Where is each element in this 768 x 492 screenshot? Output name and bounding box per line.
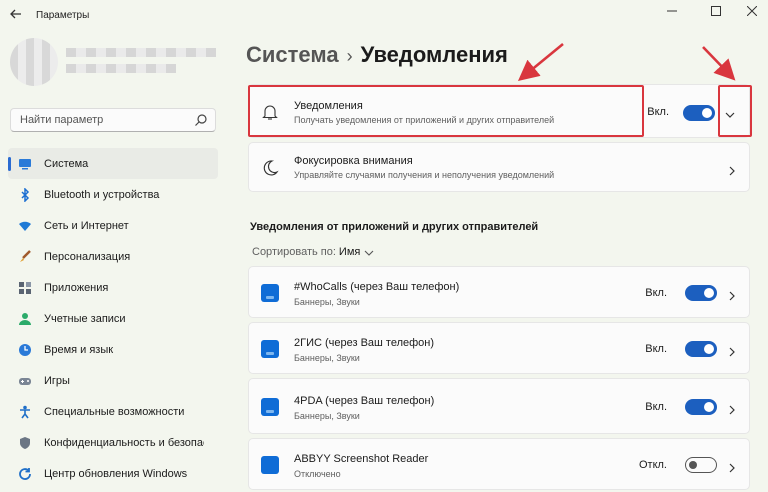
sidebar-item-label: Персонализация [44, 250, 131, 263]
sidebar-item-label: Время и язык [44, 343, 114, 356]
app-detail: Баннеры, Звуки [294, 297, 360, 307]
sidebar-item-accessibility[interactable]: Специальные возможности [8, 396, 218, 427]
sort-value: Имя [338, 246, 361, 258]
app-detail: Отключено [294, 469, 341, 479]
app-row[interactable]: ABBYY Screenshot Reader Отключено Откл. [248, 438, 750, 490]
app-row[interactable]: #WhoCalls (через Ваш телефон) Баннеры, З… [248, 266, 750, 318]
app-toggle[interactable] [685, 341, 717, 357]
app-name: ABBYY Screenshot Reader [294, 453, 429, 465]
search-icon[interactable] [193, 112, 209, 128]
sidebar-item-label: Конфиденциальность и безопас [44, 436, 204, 449]
annotation-box [248, 85, 644, 137]
sort-dropdown[interactable]: Сортировать по: Имя [252, 246, 374, 258]
app-state: Откл. [638, 459, 667, 471]
accessibility-icon [18, 405, 32, 419]
sidebar-item-label: Центр обновления Windows [44, 467, 188, 480]
minimize-icon[interactable] [656, 2, 688, 24]
sidebar-item-apps[interactable]: Приложения [8, 272, 218, 303]
sidebar-item-label: Сеть и Интернет [44, 219, 129, 232]
shield-icon [18, 436, 32, 450]
window-title: Параметры [36, 10, 90, 21]
monitor-icon [18, 157, 32, 171]
app-detail: Баннеры, Звуки [294, 411, 360, 421]
close-icon[interactable] [736, 2, 768, 24]
focus-assist-subtitle: Управляйте случаями получения и неполуче… [294, 170, 555, 180]
app-detail: Баннеры, Звуки [294, 353, 360, 363]
sidebar-item-label: Система [44, 157, 89, 170]
app-state: Вкл. [645, 287, 667, 299]
phone-app-icon [261, 340, 279, 358]
page-title: Уведомления [360, 42, 508, 67]
sidebar-item-label: Приложения [44, 281, 109, 294]
bluetooth-icon [18, 187, 32, 202]
avatar[interactable] [10, 38, 58, 86]
update-icon [18, 467, 32, 481]
profile-email [66, 64, 176, 73]
app-toggle[interactable] [685, 399, 717, 415]
app-row[interactable]: 2ГИС (через Ваш телефон) Баннеры, Звуки … [248, 322, 750, 374]
search-box[interactable] [10, 108, 216, 132]
brush-icon [18, 249, 32, 264]
app-state: Вкл. [645, 401, 667, 413]
sidebar-item-accounts[interactable]: Учетные записи [8, 303, 218, 334]
breadcrumb-separator: › [346, 46, 353, 66]
profile-name [66, 48, 216, 57]
apps-icon [18, 281, 32, 295]
sidebar-item-label: Специальные возможности [44, 405, 185, 418]
sidebar-item-label: Игры [44, 374, 70, 387]
sidebar-item-label: Bluetooth и устройства [44, 188, 160, 201]
person-icon [18, 312, 32, 326]
sidebar-item-label: Учетные записи [44, 312, 126, 325]
chevron-down-icon [364, 248, 374, 256]
annotation-arrow [517, 42, 564, 81]
title-bar: Параметры [0, 0, 768, 32]
chevron-right-icon[interactable] [727, 344, 737, 357]
app-tile-icon [261, 456, 279, 474]
breadcrumb: Система › Уведомления [246, 42, 508, 68]
app-toggle[interactable] [685, 457, 717, 473]
app-row[interactable]: 4PDA (через Ваш телефон) Баннеры, Звуки … [248, 378, 750, 434]
sidebar-item-windows-update[interactable]: Центр обновления Windows [8, 458, 218, 489]
sidebar-nav: Система Bluetooth и устройства Сеть и Ин… [8, 148, 218, 489]
phone-app-icon [261, 398, 279, 416]
app-name: 2ГИС (через Ваш телефон) [294, 337, 435, 349]
chevron-right-icon[interactable] [727, 402, 737, 415]
sidebar-item-time-language[interactable]: Время и язык [8, 334, 218, 365]
notifications-state: Вкл. [647, 106, 669, 118]
sidebar-item-network[interactable]: Сеть и Интернет [8, 210, 218, 241]
sidebar-item-system[interactable]: Система [8, 148, 218, 179]
app-name: #WhoCalls (через Ваш телефон) [294, 281, 460, 293]
globe-clock-icon [18, 343, 32, 357]
annotation-box [718, 85, 752, 137]
wifi-icon [18, 219, 32, 233]
sidebar-item-bluetooth[interactable]: Bluetooth и устройства [8, 179, 218, 210]
app-toggle[interactable] [685, 285, 717, 301]
focus-assist-title: Фокусировка внимания [294, 155, 413, 167]
chevron-right-icon[interactable] [727, 288, 737, 301]
breadcrumb-parent[interactable]: Система [246, 42, 339, 67]
sidebar-item-personalization[interactable]: Персонализация [8, 241, 218, 272]
app-name: 4PDA (через Ваш телефон) [294, 395, 435, 407]
maximize-icon[interactable] [700, 2, 732, 24]
moon-icon [261, 159, 279, 177]
search-input[interactable] [11, 109, 181, 131]
section-title: Уведомления от приложений и других отпра… [250, 221, 539, 233]
focus-assist-card[interactable]: Фокусировка внимания Управляйте случаями… [248, 142, 750, 192]
annotation-arrow [702, 46, 736, 81]
sidebar-item-privacy[interactable]: Конфиденциальность и безопас [8, 427, 218, 458]
phone-app-icon [261, 284, 279, 302]
chevron-right-icon[interactable] [727, 163, 737, 176]
gamepad-icon [18, 374, 32, 388]
notifications-toggle[interactable] [683, 105, 715, 121]
chevron-right-icon[interactable] [727, 460, 737, 473]
app-state: Вкл. [645, 343, 667, 355]
arrow-left-icon[interactable] [6, 6, 26, 26]
sort-label: Сортировать по: [252, 246, 336, 258]
sidebar-item-gaming[interactable]: Игры [8, 365, 218, 396]
